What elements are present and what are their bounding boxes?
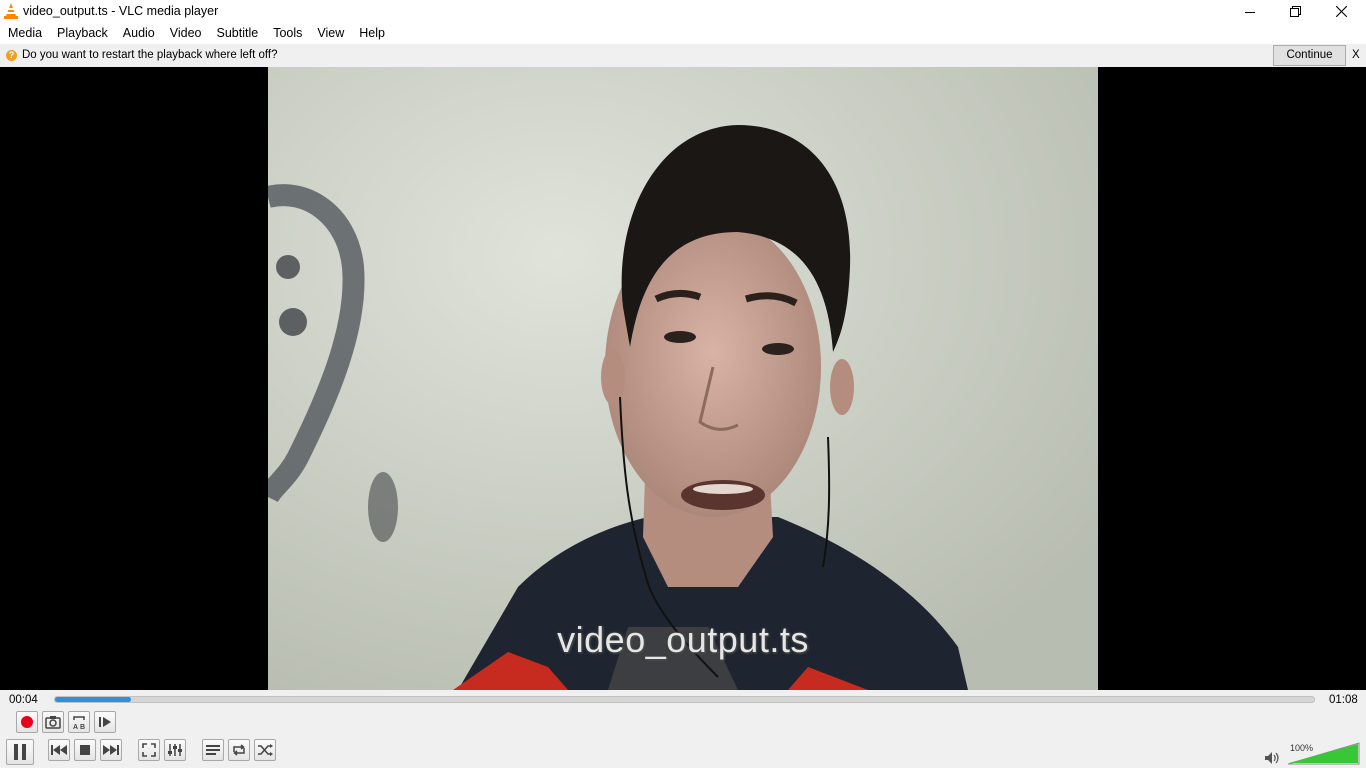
question-icon: ? xyxy=(6,50,17,61)
equalizer-icon xyxy=(168,744,182,756)
seek-slider[interactable] xyxy=(54,696,1315,703)
minimize-icon xyxy=(1245,11,1255,13)
record-button[interactable] xyxy=(16,711,38,733)
menu-tools[interactable]: Tools xyxy=(265,23,309,44)
svg-text:A: A xyxy=(73,724,78,730)
control-bar: A B 100% xyxy=(0,710,1366,768)
stop-icon xyxy=(80,745,90,755)
osd-title: video_output.ts xyxy=(557,619,809,660)
video-frame-image xyxy=(268,67,1098,690)
elapsed-time: 00:04 xyxy=(9,694,38,706)
skip-back-icon xyxy=(51,745,67,755)
seek-progress xyxy=(55,697,131,702)
loop-icon xyxy=(233,744,245,756)
pause-button[interactable] xyxy=(6,739,34,765)
snapshot-button[interactable] xyxy=(42,711,64,733)
volume-label: 100% xyxy=(1290,743,1314,753)
menu-audio[interactable]: Audio xyxy=(115,23,162,44)
menu-bar: Media Playback Audio Video Subtitle Tool… xyxy=(0,23,1366,44)
fullscreen-button[interactable] xyxy=(138,739,160,761)
dismiss-notification-button[interactable]: X xyxy=(1352,49,1360,61)
minimize-button[interactable] xyxy=(1227,0,1273,23)
close-icon xyxy=(1335,6,1347,17)
pause-icon xyxy=(14,744,26,760)
next-button[interactable] xyxy=(100,739,122,761)
shuffle-button[interactable] xyxy=(254,739,276,761)
speaker-icon[interactable] xyxy=(1264,751,1280,765)
menu-subtitle[interactable]: Subtitle xyxy=(209,23,266,44)
extended-settings-button[interactable] xyxy=(164,739,186,761)
vlc-cone-icon xyxy=(4,3,18,19)
frame-step-button[interactable] xyxy=(94,711,116,733)
restore-icon xyxy=(1289,6,1301,17)
resume-notification-bar: ? Do you want to restart the playback wh… xyxy=(0,44,1366,67)
stop-button[interactable] xyxy=(74,739,96,761)
fullscreen-icon xyxy=(142,743,156,757)
total-time: 01:08 xyxy=(1329,694,1358,706)
video-frame: video_output.ts xyxy=(268,67,1098,690)
menu-video[interactable]: Video xyxy=(162,23,209,44)
skip-forward-icon xyxy=(103,745,119,755)
menu-media[interactable]: Media xyxy=(0,23,49,44)
title-bar: video_output.ts - VLC media player xyxy=(0,0,1366,23)
svg-text:B: B xyxy=(80,724,85,730)
resume-message: Do you want to restart the playback wher… xyxy=(22,49,278,61)
menu-view[interactable]: View xyxy=(309,23,351,44)
shuffle-icon xyxy=(258,744,273,756)
ab-loop-icon: A B xyxy=(73,716,85,730)
seek-row: 00:04 01:08 xyxy=(0,690,1366,710)
video-display[interactable]: video_output.ts xyxy=(0,67,1366,690)
playlist-button[interactable] xyxy=(202,739,224,761)
continue-button[interactable]: Continue xyxy=(1273,45,1346,66)
record-icon xyxy=(21,716,33,728)
camera-icon xyxy=(45,716,61,729)
previous-button[interactable] xyxy=(48,739,70,761)
loop-button[interactable] xyxy=(228,739,250,761)
close-window-button[interactable] xyxy=(1318,0,1364,23)
menu-help[interactable]: Help xyxy=(351,23,392,44)
window-title: video_output.ts - VLC media player xyxy=(23,4,219,18)
menu-playback[interactable]: Playback xyxy=(49,23,115,44)
ab-loop-button[interactable]: A B xyxy=(68,711,90,733)
playlist-icon xyxy=(206,745,220,755)
frame-step-icon xyxy=(99,717,111,727)
restore-button[interactable] xyxy=(1272,0,1318,23)
